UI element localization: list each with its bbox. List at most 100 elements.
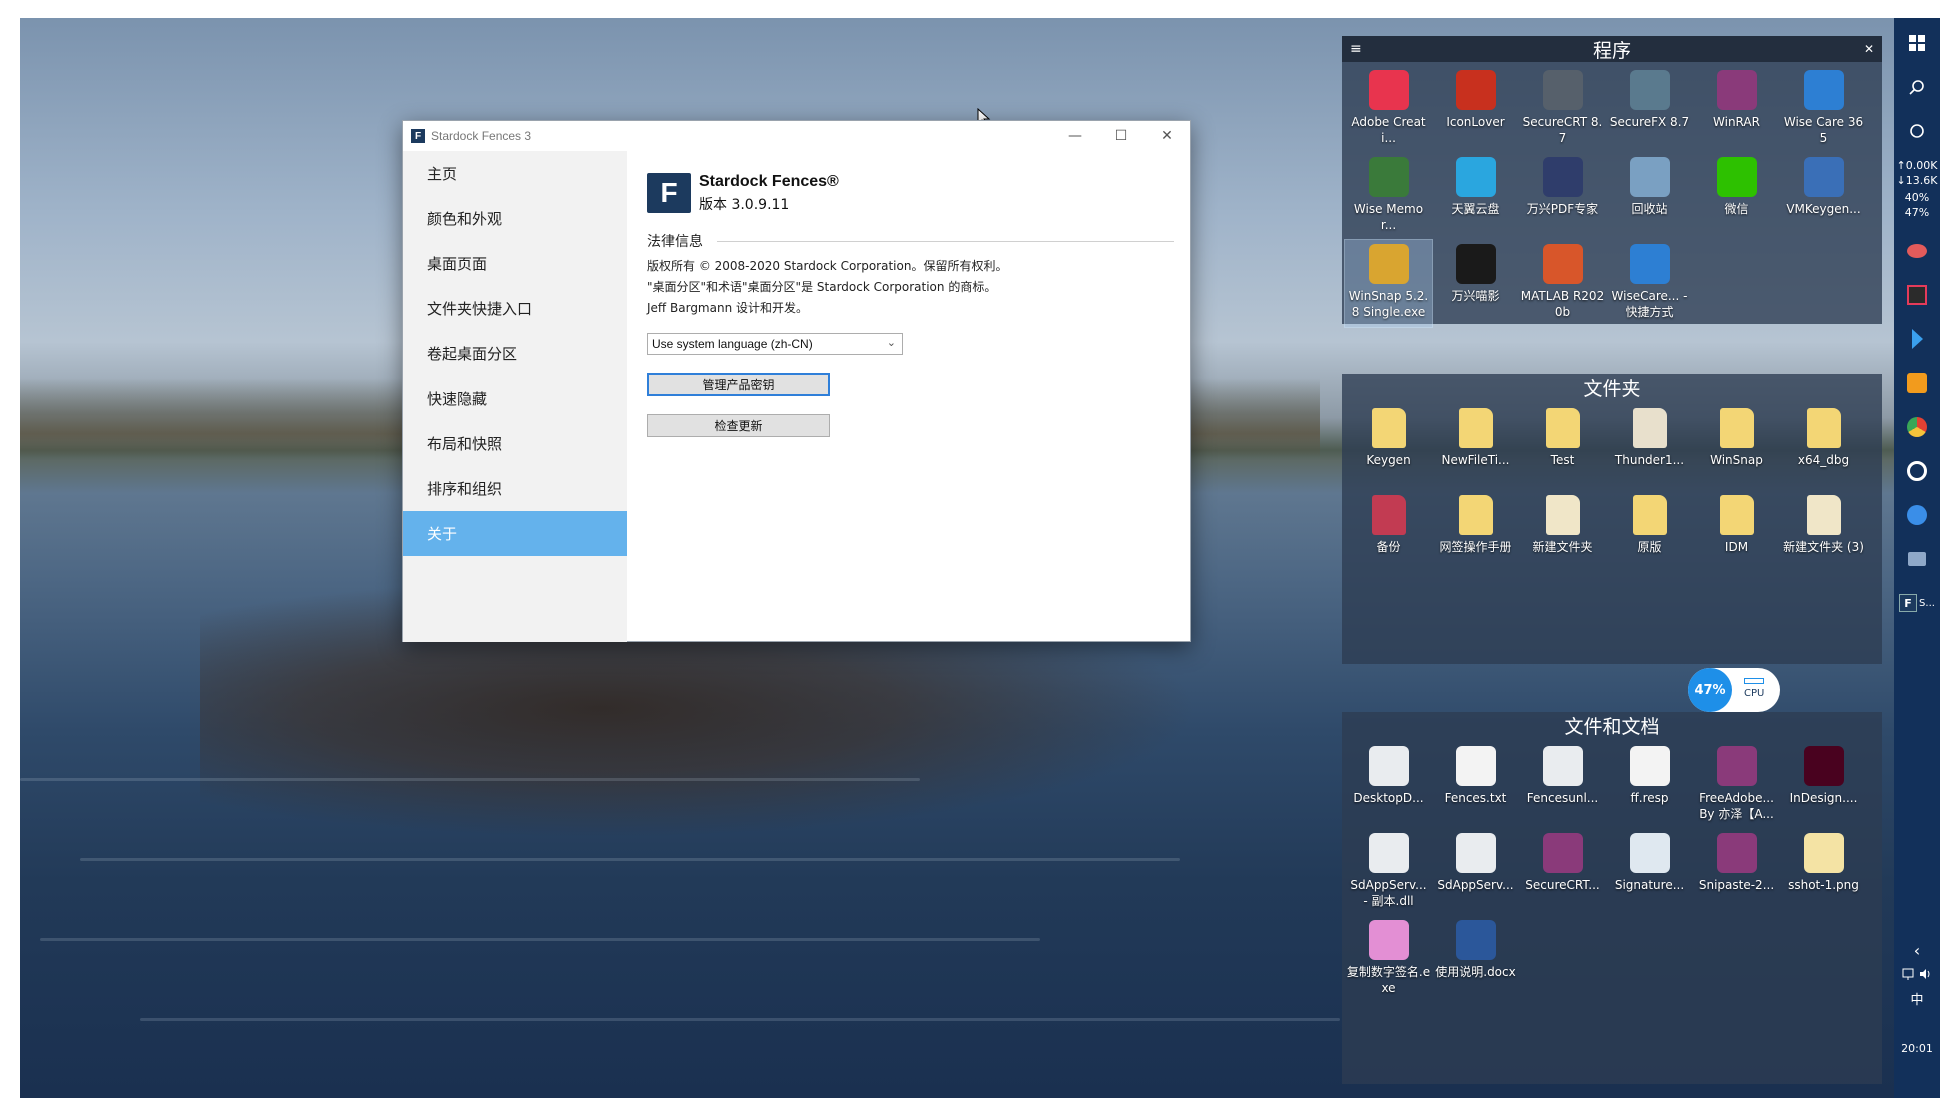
bird-app-icon[interactable] xyxy=(1894,500,1940,530)
desktop-icon[interactable]: 新建文件夹 xyxy=(1519,491,1606,578)
desktop-icon[interactable]: NewFileTi... xyxy=(1432,404,1519,491)
nav-rollup[interactable]: 卷起桌面分区 xyxy=(403,331,627,376)
minimize-button[interactable]: — xyxy=(1052,121,1098,151)
circle-app-icon[interactable] xyxy=(1894,456,1940,486)
desktop-icon[interactable]: SdAppServ... - 副本.dll xyxy=(1345,829,1432,916)
cpu-widget[interactable]: 47% CPU xyxy=(1688,668,1780,712)
maximize-button[interactable]: ☐ xyxy=(1098,121,1144,151)
desktop-icon[interactable]: SecureFX 8.7 xyxy=(1606,66,1693,153)
network-volume-icons[interactable] xyxy=(1894,964,1940,984)
desktop-icon[interactable]: ff.resp xyxy=(1606,742,1693,829)
menu-icon[interactable]: ≡ xyxy=(1350,41,1362,57)
nav-layouts-snapshots[interactable]: 布局和快照 xyxy=(403,421,627,466)
desktop-icon-label: Test xyxy=(1550,453,1575,467)
nav-sorting-organizing[interactable]: 排序和组织 xyxy=(403,466,627,511)
start-button[interactable] xyxy=(1894,28,1940,58)
desktop-icon[interactable]: Wise Care 365 xyxy=(1780,66,1867,153)
desktop-icon[interactable]: x64_dbg xyxy=(1780,404,1867,491)
desktop-icon[interactable]: 使用说明.docx xyxy=(1432,916,1519,1003)
desktop-icon[interactable]: 备份 xyxy=(1345,491,1432,578)
desktop-icon[interactable]: Wise Memor... xyxy=(1345,153,1432,240)
desktop-icon[interactable]: WinRAR xyxy=(1693,66,1780,153)
desktop-icon-label: Snipaste-2... xyxy=(1698,878,1775,892)
desktop-icon[interactable]: WiseCare... - 快捷方式 xyxy=(1606,240,1693,327)
clock[interactable]: 20:01 xyxy=(1894,1038,1940,1058)
desktop-icon[interactable]: Keygen xyxy=(1345,404,1432,491)
desktop-icon[interactable]: IconLover xyxy=(1432,66,1519,153)
desktop-icon[interactable]: 天翼云盘 xyxy=(1432,153,1519,240)
manage-key-button[interactable]: 管理产品密钥 xyxy=(647,373,830,396)
image-file-icon xyxy=(1629,833,1670,873)
folder-icon xyxy=(1719,408,1754,448)
desktop-icon[interactable]: MATLAB R2020b xyxy=(1519,240,1606,327)
chevron-left-icon[interactable]: ‹ xyxy=(1894,940,1940,960)
check-update-button[interactable]: 检查更新 xyxy=(647,414,830,437)
desktop-icon[interactable]: Signature... xyxy=(1606,829,1693,916)
desktop-icon[interactable]: Fences.txt xyxy=(1432,742,1519,829)
desktop-icon[interactable]: SecureCRT... xyxy=(1519,829,1606,916)
fence-header[interactable]: 文件夹 xyxy=(1342,374,1882,400)
fence-docs[interactable]: 文件和文档 DesktopD... Fences.txt Fencesunl... f… xyxy=(1342,712,1882,1084)
desktop-icon[interactable]: SdAppServ... xyxy=(1432,829,1519,916)
desktop-icon[interactable]: 回收站 xyxy=(1606,153,1693,240)
desktop-icon[interactable]: Thunder1... xyxy=(1606,404,1693,491)
fences-taskbar-item[interactable]: F S... xyxy=(1894,588,1940,618)
desktop-icon[interactable]: sshot-1.png xyxy=(1780,829,1867,916)
desktop-icon[interactable]: DesktopD... xyxy=(1345,742,1432,829)
nav-desktop-pages[interactable]: 桌面页面 xyxy=(403,241,627,286)
sublime-icon[interactable] xyxy=(1894,368,1940,398)
desktop-icon[interactable]: Fencesunl... xyxy=(1519,742,1606,829)
fence-header[interactable]: 文件和文档 xyxy=(1342,712,1882,738)
close-icon[interactable]: ✕ xyxy=(1864,42,1874,56)
nav-home[interactable]: 主页 xyxy=(403,151,627,196)
desktop-icon[interactable]: 复制数字签名.exe xyxy=(1345,916,1432,1003)
desktop-icon-label: SecureCRT... xyxy=(1525,878,1600,892)
desktop-icon[interactable]: Adobe Creati... xyxy=(1345,66,1432,153)
settings-file-icon xyxy=(1455,833,1496,873)
wisecare-icon xyxy=(1803,70,1844,110)
snipping-icon[interactable] xyxy=(1894,236,1940,266)
desktop-icon[interactable]: 万兴PDF专家 xyxy=(1519,153,1606,240)
fence-grid: Adobe Creati... IconLover SecureCRT 8.7 Sec… xyxy=(1342,62,1882,328)
nav-quick-hide[interactable]: 快速隐藏 xyxy=(403,376,627,421)
product-version: 版本 3.0.9.11 xyxy=(699,197,790,213)
desktop-icon[interactable]: 新建文件夹 (3) xyxy=(1780,491,1867,578)
settings-file-icon xyxy=(1542,746,1583,786)
language-select[interactable]: Use system language (zh-CN) ⌄ xyxy=(647,333,903,355)
fence-header[interactable]: ≡ 程序 ✕ xyxy=(1342,36,1882,62)
tablet-app-icon[interactable] xyxy=(1894,544,1940,574)
fences-taskbar-label: S... xyxy=(1919,597,1935,609)
nav-about[interactable]: 关于 xyxy=(403,511,627,556)
desktop-icon[interactable]: 原版 xyxy=(1606,491,1693,578)
desktop-icon[interactable]: 微信 xyxy=(1693,153,1780,240)
chrome-icon[interactable] xyxy=(1894,412,1940,442)
desktop-icon[interactable]: Snipaste-2... xyxy=(1693,829,1780,916)
fence-programs[interactable]: ≡ 程序 ✕ Adobe Creati... IconLover SecureCRT… xyxy=(1342,36,1882,328)
folder-icon xyxy=(1632,408,1667,448)
divider xyxy=(717,241,1174,242)
close-button[interactable]: ✕ xyxy=(1144,121,1190,151)
desktop-icon[interactable]: FreeAdobe... By 亦泽【A... xyxy=(1693,742,1780,829)
app-icon[interactable] xyxy=(1894,280,1940,310)
desktop-icon-label: IconLover xyxy=(1446,115,1505,129)
desktop-icon[interactable]: WinSnap 5.2.8 Single.exe xyxy=(1344,239,1433,328)
search-icon[interactable] xyxy=(1894,72,1940,102)
ime-indicator[interactable]: 中 xyxy=(1894,988,1940,1008)
desktop-icon[interactable]: IDM xyxy=(1693,491,1780,578)
desktop-icon[interactable]: Test xyxy=(1519,404,1606,491)
desktop-icon[interactable]: VMKeygen... xyxy=(1780,153,1867,240)
fence-folders[interactable]: 文件夹 Keygen NewFileTi... Test Thunder1... Win… xyxy=(1342,374,1882,664)
desktop-icon[interactable]: SecureCRT 8.7 xyxy=(1519,66,1606,153)
desktop-icon[interactable]: WinSnap xyxy=(1693,404,1780,491)
desktop-icon[interactable]: 万兴喵影 xyxy=(1432,240,1519,327)
cortana-icon[interactable] xyxy=(1894,116,1940,146)
nav-colors-appearance[interactable]: 颜色和外观 xyxy=(403,196,627,241)
desktop-icon-label: SdAppServ... xyxy=(1437,878,1514,892)
vscode-icon[interactable] xyxy=(1894,324,1940,354)
title-bar[interactable]: F Stardock Fences 3 — ☐ ✕ xyxy=(403,121,1190,151)
desktop-icon[interactable]: 网签操作手册 xyxy=(1432,491,1519,578)
nav-folder-portals[interactable]: 文件夹快捷入口 xyxy=(403,286,627,331)
winrar-icon xyxy=(1716,833,1757,873)
legal-heading: 法律信息 xyxy=(647,234,703,250)
desktop-icon[interactable]: InDesign.... xyxy=(1780,742,1867,829)
